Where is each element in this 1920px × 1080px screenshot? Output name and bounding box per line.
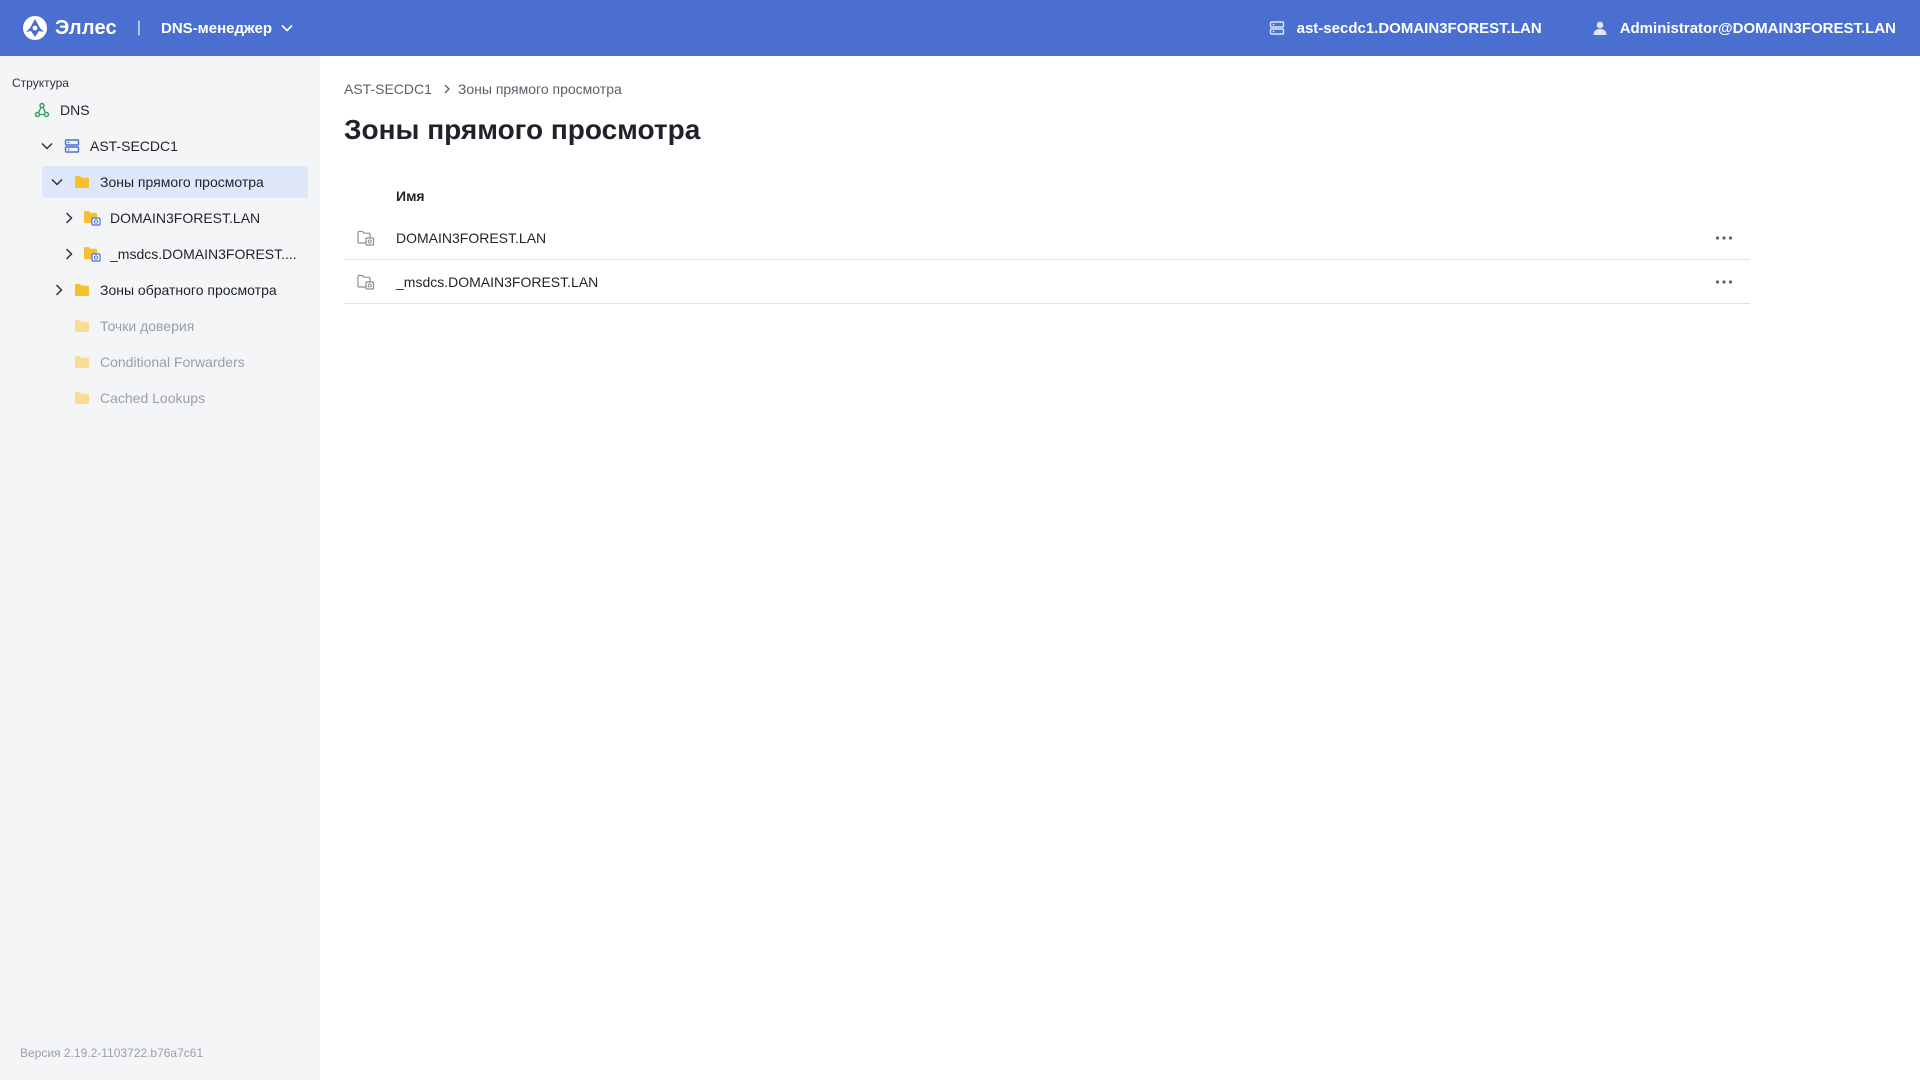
- column-header-name[interactable]: Имя: [396, 188, 425, 204]
- header-separator: |: [136, 19, 142, 36]
- tree-item-label: Зоны прямого просмотра: [100, 174, 264, 190]
- tree-item-dns[interactable]: DNS: [32, 94, 304, 126]
- breadcrumb: AST-SECDC1 Зоны прямого просмотра: [344, 81, 622, 97]
- zone-folder-icon: [82, 208, 102, 228]
- app-switcher[interactable]: DNS-менеджер: [161, 20, 294, 37]
- sidebar-title: Структура: [12, 76, 69, 90]
- folder-icon: [72, 280, 92, 300]
- chevron-right-icon: [444, 84, 450, 94]
- chevron-right-icon[interactable]: [50, 281, 68, 299]
- brand-name: Эллес: [55, 16, 117, 39]
- tree-item-label: _msdcs.DOMAIN3FOREST....: [110, 246, 297, 262]
- top-bar: Эллес | DNS-менеджер ast-secdc1.DOMAIN3F…: [0, 0, 1920, 56]
- server-name: ast-secdc1.DOMAIN3FOREST.LAN: [1296, 19, 1542, 37]
- table-header: Имя: [344, 176, 1750, 216]
- breadcrumb-item-current: Зоны прямого просмотра: [457, 81, 622, 97]
- table-row[interactable]: DOMAIN3FOREST.LAN: [344, 216, 1750, 260]
- zone-name: DOMAIN3FOREST.LAN: [396, 229, 547, 246]
- tree-item-trust-points: Точки доверия: [72, 310, 308, 342]
- tree-item-label: Точки доверия: [100, 318, 195, 334]
- tree-item-forward-zones[interactable]: Зоны прямого просмотра: [42, 166, 308, 198]
- main-content: AST-SECDC1 Зоны прямого просмотра Зоны п…: [320, 56, 1920, 1080]
- user-icon: [1592, 20, 1608, 36]
- app-version: Версия 2.19.2-1103722.b76a7c61: [20, 1046, 204, 1060]
- user-name: Administrator@DOMAIN3FOREST.LAN: [1619, 19, 1896, 37]
- more-icon[interactable]: [1704, 268, 1744, 296]
- tree-item-label: AST-SECDC1: [90, 138, 178, 154]
- zone-folder-icon: [82, 244, 102, 264]
- server-selector[interactable]: ast-secdc1.DOMAIN3FOREST.LAN: [1269, 20, 1542, 37]
- tree-item-zone-msdcs[interactable]: _msdcs.DOMAIN3FOREST....: [60, 238, 308, 270]
- zone-icon: [344, 274, 396, 290]
- table-row[interactable]: _msdcs.DOMAIN3FOREST.LAN: [344, 260, 1750, 304]
- folder-icon: [72, 388, 92, 408]
- brand-logo[interactable]: Эллес: [22, 15, 117, 41]
- chevron-right-icon[interactable]: [60, 209, 78, 227]
- folder-icon: [72, 316, 92, 336]
- page-title: Зоны прямого просмотра: [344, 114, 701, 145]
- tree-item-label: Зоны обратного просмотра: [100, 282, 277, 298]
- zones-table: Имя DOMAIN3FOREST.LAN _msdcs.DOMAIN3FORE…: [344, 176, 1750, 304]
- tree-item-cached-lookups: Cached Lookups: [72, 382, 308, 414]
- folder-icon: [72, 172, 92, 192]
- chevron-down-icon[interactable]: [38, 137, 56, 155]
- tree-item-reverse-zones[interactable]: Зоны обратного просмотра: [50, 274, 308, 306]
- chevron-down-icon[interactable]: [48, 173, 66, 191]
- more-icon[interactable]: [1704, 224, 1744, 252]
- zone-name: _msdcs.DOMAIN3FOREST.LAN: [396, 273, 599, 290]
- tree-item-zone-domain3forest[interactable]: DOMAIN3FOREST.LAN: [60, 202, 308, 234]
- chevron-right-icon[interactable]: [60, 245, 78, 263]
- brand-logo-icon: [23, 16, 47, 40]
- user-menu[interactable]: Administrator@DOMAIN3FOREST.LAN: [1592, 20, 1896, 37]
- dns-icon: [32, 100, 52, 120]
- zone-icon: [344, 230, 396, 246]
- server-icon: [1269, 20, 1285, 36]
- tree-item-label: Cached Lookups: [100, 390, 206, 406]
- tree-item-label: DOMAIN3FOREST.LAN: [110, 210, 261, 226]
- folder-icon: [72, 352, 92, 372]
- tree-item-label: DNS: [60, 102, 90, 118]
- app-name: DNS-менеджер: [161, 19, 272, 37]
- tree-item-label: Conditional Forwarders: [100, 354, 245, 370]
- sidebar: Структура DNS AST-SECDC1 Зоны прямого пр…: [0, 56, 320, 1080]
- chevron-down-icon: [281, 24, 293, 32]
- breadcrumb-item-server[interactable]: AST-SECDC1: [344, 81, 432, 97]
- tree-item-server[interactable]: AST-SECDC1: [38, 130, 304, 162]
- tree-item-conditional-forwarders: Conditional Forwarders: [72, 346, 308, 378]
- server-icon: [62, 136, 82, 156]
